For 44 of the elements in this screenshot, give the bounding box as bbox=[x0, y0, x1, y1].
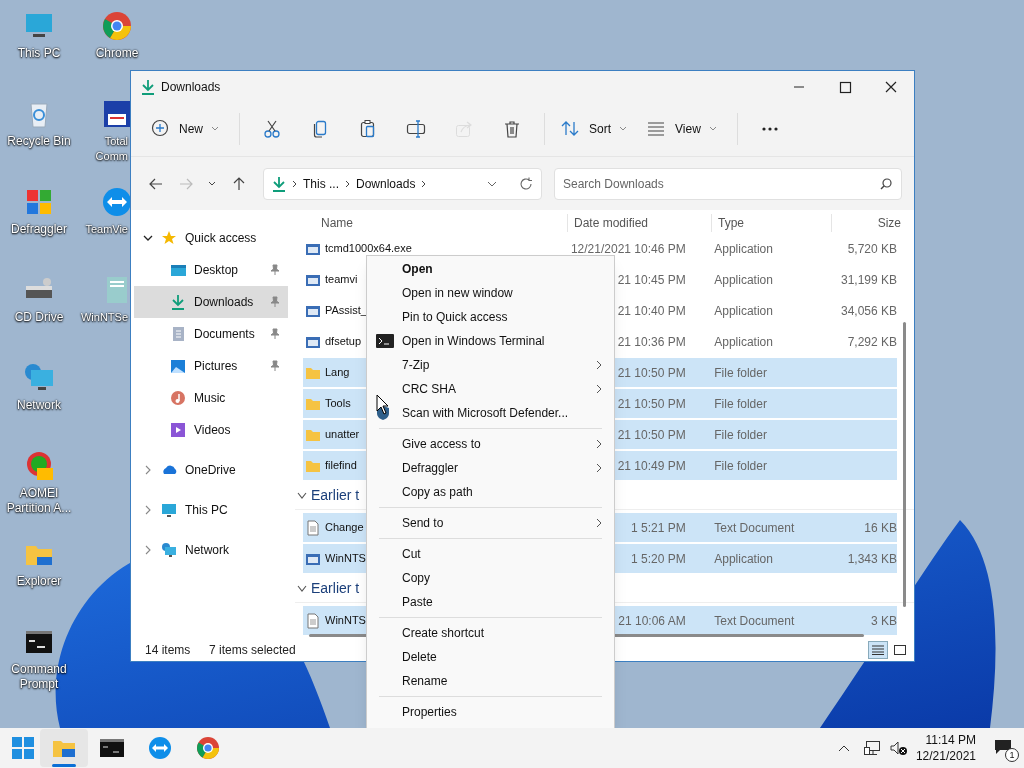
file-name: WinNTS bbox=[325, 551, 366, 567]
notification-badge: 1 bbox=[1005, 748, 1019, 762]
file-name: tcmd1000x64.exe bbox=[325, 241, 412, 257]
file-type: File folder bbox=[714, 457, 768, 475]
file-date: 1 5:20 PM bbox=[631, 550, 686, 568]
file-date: 21 10:40 PM bbox=[617, 302, 686, 320]
file-date: 12/21/2021 10:46 PM bbox=[570, 240, 686, 258]
file-date: 21 10:49 PM bbox=[617, 457, 686, 475]
file-name: Change bbox=[325, 520, 364, 536]
file-name: PAssist_ bbox=[325, 303, 367, 319]
item-count: 14 items bbox=[145, 642, 192, 659]
file-size: 16 KB bbox=[863, 519, 897, 537]
file-name: teamvi bbox=[325, 272, 358, 288]
file-type: Application bbox=[714, 271, 774, 289]
file-type: Application bbox=[714, 333, 774, 351]
selection-count: 7 items selected bbox=[209, 642, 296, 659]
file-size: 1,343 KB bbox=[846, 550, 897, 568]
file-name: Lang bbox=[325, 365, 350, 381]
file-type: Text Document bbox=[714, 519, 796, 537]
file-date: 21 10:36 PM bbox=[617, 333, 686, 351]
file-type: File folder bbox=[714, 426, 768, 444]
file-date: 21 10:06 AM bbox=[618, 612, 686, 630]
file-name: Tools bbox=[325, 396, 351, 412]
file-date: 21 10:45 PM bbox=[617, 271, 686, 289]
file-size: 7,292 KB bbox=[846, 333, 897, 351]
window-title: Downloads bbox=[161, 78, 221, 96]
file-size: 3 KB bbox=[870, 612, 897, 630]
file-name: WinNTS bbox=[325, 613, 366, 629]
file-type: Application bbox=[714, 240, 774, 258]
file-date: 21 10:50 PM bbox=[617, 426, 686, 444]
file-date: 1 5:21 PM bbox=[631, 519, 686, 537]
file-type: Application bbox=[714, 550, 774, 568]
file-date: 21 10:50 PM bbox=[617, 395, 686, 413]
file-type: Text Document bbox=[714, 612, 796, 630]
file-size: 31,199 KB bbox=[839, 271, 897, 289]
file-size: 34,056 KB bbox=[839, 302, 897, 320]
file-type: File folder bbox=[714, 364, 768, 382]
file-name: filefind bbox=[325, 458, 357, 474]
file-size: 5,720 KB bbox=[846, 240, 897, 258]
file-type: Application bbox=[714, 302, 774, 320]
file-date: 21 10:50 PM bbox=[617, 364, 686, 382]
file-type: File folder bbox=[714, 395, 768, 413]
file-name: dfsetup bbox=[325, 334, 362, 350]
file-name: unatter bbox=[325, 427, 360, 443]
